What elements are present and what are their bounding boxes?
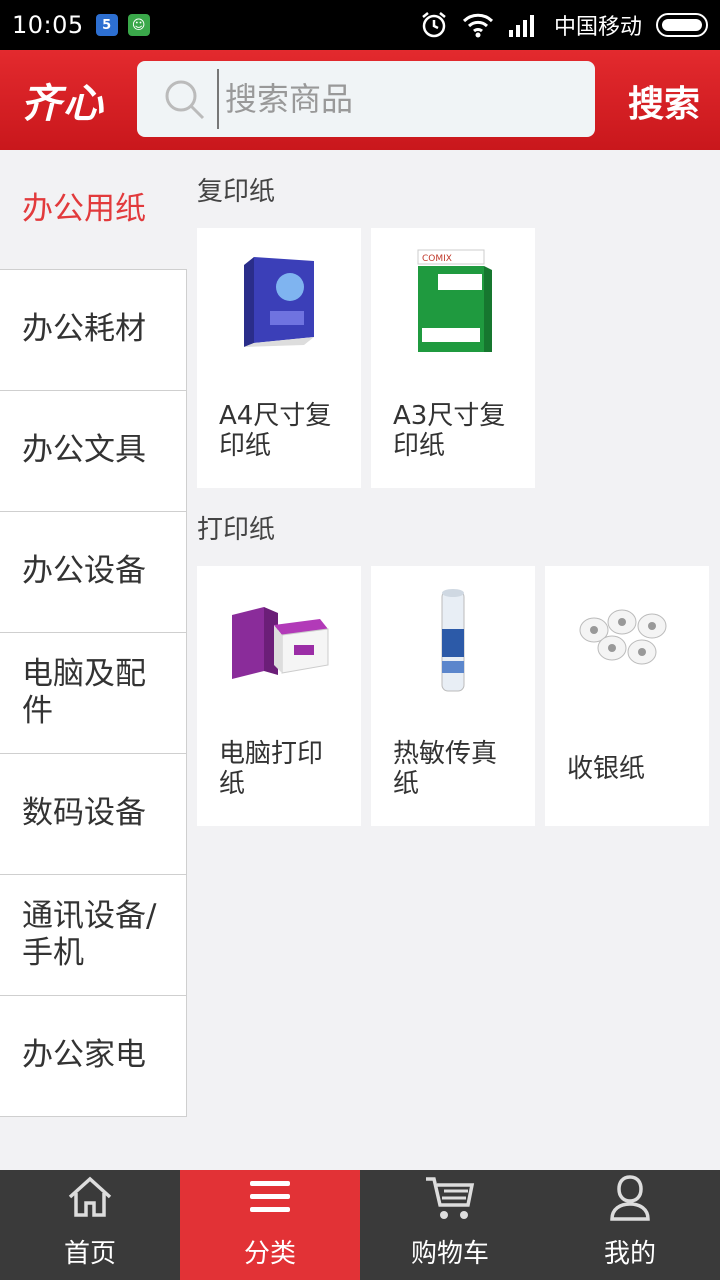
menu-icon xyxy=(250,1181,290,1212)
status-bar: 10:05 5 ☺ 中国移动 xyxy=(0,0,720,50)
tab-home[interactable]: 首页 xyxy=(0,1170,180,1280)
tab-category-label: 分类 xyxy=(243,1239,296,1269)
paper-ream-blue-icon xyxy=(197,228,361,376)
search-icon xyxy=(161,76,207,122)
cart-icon xyxy=(426,1177,475,1219)
sidebar-item-appliances[interactable]: 办公家电 xyxy=(0,996,187,1117)
search-box[interactable] xyxy=(137,61,595,137)
section-title-copy-paper: 复印纸 xyxy=(197,176,276,207)
sidebar-item-stationery[interactable]: 办公文具 xyxy=(0,391,187,512)
printer-paper-box-icon xyxy=(197,566,361,714)
search-button[interactable]: 搜索 xyxy=(628,75,700,127)
sidebar-item-phones[interactable]: 通讯设备/手机 xyxy=(0,875,187,996)
status-time: 10:05 xyxy=(12,11,84,39)
alarm-icon xyxy=(422,12,446,38)
receipt-rolls-icon xyxy=(545,566,709,714)
product-card-a3[interactable]: COMIX A3尺寸复印纸 xyxy=(371,228,535,488)
tab-cart-label: 购物车 xyxy=(410,1239,489,1269)
bottom-navigation: 首页 分类 购物车 我的 xyxy=(0,1170,720,1280)
fax-paper-roll-icon xyxy=(371,566,535,714)
product-card-computer-paper[interactable]: 电脑打印纸 xyxy=(197,566,361,826)
signal-icon xyxy=(508,15,534,37)
product-card-a4[interactable]: A4尺寸复印纸 xyxy=(197,228,361,488)
app-logo[interactable]: 齐心 xyxy=(0,71,126,129)
category-content: 复印纸 A4尺寸复印纸 COMIX A3尺寸复印纸 打印纸 电脑打印纸 热敏传真… xyxy=(187,150,720,1170)
product-name: 电脑打印纸 xyxy=(219,739,324,799)
category-sidebar: 办公用纸 办公耗材 办公文具 办公设备 电脑及配件 数码设备 通讯设备/手机 办… xyxy=(0,150,187,1170)
wifi-icon xyxy=(462,13,494,38)
sidebar-item-office-paper[interactable]: 办公用纸 xyxy=(0,150,187,270)
sidebar-item-office-consumables[interactable]: 办公耗材 xyxy=(0,270,187,391)
paper-ream-green-icon: COMIX xyxy=(371,228,535,376)
product-name: A3尺寸复印纸 xyxy=(393,401,506,461)
android-icon: ☺ xyxy=(127,14,150,36)
home-icon xyxy=(68,1176,112,1217)
product-name: 热敏传真纸 xyxy=(393,739,498,799)
section-title-printer-paper: 打印纸 xyxy=(197,514,276,545)
product-card-receipt-paper[interactable]: 收银纸 xyxy=(545,566,709,826)
notification-badge-icon: 5 xyxy=(95,14,118,36)
sidebar-item-digital-devices[interactable]: 数码设备 xyxy=(0,754,187,875)
top-header: 齐心 搜索 xyxy=(0,50,720,150)
sidebar-item-office-equipment[interactable]: 办公设备 xyxy=(0,512,187,633)
tab-mine[interactable]: 我的 xyxy=(540,1170,720,1280)
carrier-name: 中国移动 xyxy=(553,15,642,40)
sidebar-item-computer-accessories[interactable]: 电脑及配件 xyxy=(0,633,187,754)
tab-category[interactable]: 分类 xyxy=(180,1170,360,1280)
tab-cart[interactable]: 购物车 xyxy=(360,1170,540,1280)
product-name: 收银纸 xyxy=(567,754,646,785)
search-input[interactable] xyxy=(217,69,577,129)
product-name: A4尺寸复印纸 xyxy=(219,401,332,461)
user-icon xyxy=(610,1175,650,1221)
tab-mine-label: 我的 xyxy=(603,1239,656,1269)
battery-icon xyxy=(656,13,708,37)
product-card-fax-paper[interactable]: 热敏传真纸 xyxy=(371,566,535,826)
svg-text:COMIX: COMIX xyxy=(422,254,452,264)
tab-home-label: 首页 xyxy=(63,1239,116,1269)
